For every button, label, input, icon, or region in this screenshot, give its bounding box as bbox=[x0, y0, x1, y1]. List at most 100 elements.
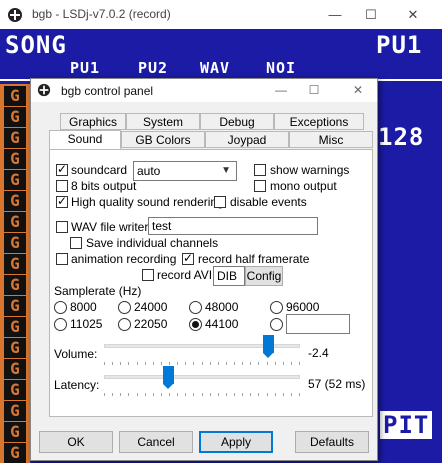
defaults-button[interactable]: Defaults bbox=[295, 431, 369, 453]
save-individual-checkbox[interactable] bbox=[70, 237, 82, 249]
soundcard-checkbox[interactable] bbox=[56, 162, 68, 176]
slider-tick bbox=[266, 393, 268, 396]
slider-tick bbox=[217, 362, 219, 365]
slider-tick bbox=[193, 393, 195, 396]
slider-tick bbox=[169, 393, 170, 396]
samplerate-radio-11025[interactable] bbox=[54, 318, 67, 331]
dialog-title: bgb control panel bbox=[61, 84, 154, 98]
samplerate-radio-22050[interactable] bbox=[118, 318, 131, 331]
animation-recording-checkbox[interactable] bbox=[56, 253, 68, 265]
hq-checkbox[interactable] bbox=[56, 194, 68, 208]
latency-label: Latency: bbox=[54, 378, 100, 392]
emulator-titlebar: bgb - LSDj-v7.0.2 (record) — ☐ ✕ bbox=[0, 0, 442, 30]
channel-pu2: PU2 bbox=[138, 59, 169, 77]
soundcard-label: soundcard bbox=[71, 163, 128, 177]
song-title: SONG bbox=[5, 31, 67, 59]
disable-events-label: disable events bbox=[230, 195, 307, 209]
samplerate-96000-label: 96000 bbox=[286, 300, 320, 314]
slider-tick bbox=[185, 393, 187, 396]
strip-cell: G bbox=[4, 107, 26, 127]
minimize-button[interactable]: — bbox=[317, 0, 353, 29]
slider-tick bbox=[274, 393, 276, 396]
slider-tick bbox=[169, 362, 170, 365]
cancel-button[interactable]: Cancel bbox=[119, 431, 193, 453]
record-avi-checkbox[interactable] bbox=[142, 269, 154, 281]
samplerate-44100-label: 44100 bbox=[205, 317, 239, 331]
wav-filename-input[interactable]: test bbox=[148, 217, 318, 235]
save-individual-label: Save individual channels bbox=[86, 236, 219, 250]
wav-writer-checkbox[interactable] bbox=[56, 221, 68, 233]
tab-system[interactable]: System bbox=[126, 113, 200, 130]
pit-label: PIT bbox=[380, 411, 433, 439]
strip-cell: G bbox=[4, 212, 26, 232]
dialog-minimize-button[interactable]: — bbox=[266, 79, 296, 102]
show-warnings-checkbox[interactable] bbox=[254, 164, 266, 176]
samplerate-radio-24000[interactable] bbox=[118, 301, 131, 314]
slider-tick bbox=[274, 362, 276, 365]
slider-tick bbox=[136, 393, 138, 396]
latency-slider-track[interactable] bbox=[104, 375, 300, 379]
slider-tick bbox=[177, 393, 179, 396]
tab-gb-colors[interactable]: GB Colors bbox=[121, 131, 205, 148]
slider-tick bbox=[120, 393, 122, 396]
slider-tick bbox=[193, 362, 195, 365]
tab-exceptions[interactable]: Exceptions bbox=[274, 113, 364, 130]
latency-value: 57 (52 ms) bbox=[308, 377, 366, 391]
right-channel-label: PU1 bbox=[376, 31, 423, 59]
slider-tick bbox=[160, 393, 162, 396]
samplerate-custom-input[interactable] bbox=[286, 314, 350, 334]
samplerate-radio-48000[interactable] bbox=[189, 301, 202, 314]
strip-cell: G bbox=[4, 380, 26, 400]
slider-tick bbox=[128, 362, 130, 365]
strip-cell: G bbox=[4, 128, 26, 148]
soundcard-select[interactable]: auto ▼ bbox=[133, 161, 237, 181]
8bits-checkbox[interactable] bbox=[56, 180, 68, 192]
strip-cell: G bbox=[4, 338, 26, 358]
song-column-strip: G G G G G G G G G G G G G G G G G G bbox=[0, 84, 30, 463]
slider-tick bbox=[266, 362, 268, 365]
strip-cell: G bbox=[4, 317, 26, 337]
maximize-button[interactable]: ☐ bbox=[353, 0, 389, 29]
channel-noi: NOI bbox=[266, 59, 297, 77]
slider-tick bbox=[234, 362, 235, 365]
record-half-framerate-checkbox[interactable] bbox=[182, 251, 194, 265]
slider-tick bbox=[225, 362, 227, 365]
emulator-title: bgb - LSDj-v7.0.2 (record) bbox=[32, 7, 171, 21]
tab-misc[interactable]: Misc bbox=[289, 131, 373, 148]
samplerate-8000-label: 8000 bbox=[70, 300, 97, 314]
samplerate-radio-custom[interactable] bbox=[270, 318, 283, 331]
latency-slider-thumb[interactable] bbox=[163, 366, 175, 389]
apply-button[interactable]: Apply bbox=[199, 431, 273, 453]
close-button[interactable]: ✕ bbox=[395, 0, 431, 29]
slider-tick bbox=[104, 362, 105, 365]
samplerate-label: Samplerate (Hz) bbox=[54, 284, 142, 298]
slider-tick bbox=[112, 393, 114, 396]
gameboy-app-icon bbox=[8, 8, 22, 22]
slider-tick bbox=[160, 362, 162, 365]
samplerate-radio-44100[interactable] bbox=[189, 318, 202, 331]
slider-tick bbox=[209, 393, 211, 396]
avi-codec-input[interactable]: DIB bbox=[213, 266, 245, 286]
mono-output-checkbox[interactable] bbox=[254, 180, 266, 192]
samplerate-11025-label: 11025 bbox=[70, 317, 103, 331]
record-half-framerate-label: record half framerate bbox=[198, 252, 310, 266]
volume-value: -2.4 bbox=[308, 346, 329, 360]
dialog-close-button[interactable]: ✕ bbox=[343, 79, 373, 102]
samplerate-radio-96000[interactable] bbox=[270, 301, 283, 314]
strip-cell: G bbox=[4, 422, 26, 442]
volume-slider-thumb[interactable] bbox=[263, 335, 275, 358]
slider-tick bbox=[299, 393, 300, 396]
disable-events-checkbox[interactable] bbox=[214, 196, 226, 208]
tab-sound[interactable]: Sound bbox=[49, 130, 121, 149]
tab-debug[interactable]: Debug bbox=[200, 113, 274, 130]
dialog-maximize-button[interactable]: ☐ bbox=[299, 79, 329, 102]
tab-joypad[interactable]: Joypad bbox=[205, 131, 289, 148]
config-button[interactable]: Config bbox=[245, 266, 283, 286]
ok-button[interactable]: OK bbox=[39, 431, 113, 453]
slider-tick bbox=[152, 393, 154, 396]
volume-slider-ticks bbox=[104, 362, 300, 365]
tab-graphics[interactable]: Graphics bbox=[60, 113, 126, 130]
samplerate-radio-8000[interactable] bbox=[54, 301, 67, 314]
samplerate-48000-label: 48000 bbox=[205, 300, 239, 314]
channel-wav: WAV bbox=[200, 59, 231, 77]
